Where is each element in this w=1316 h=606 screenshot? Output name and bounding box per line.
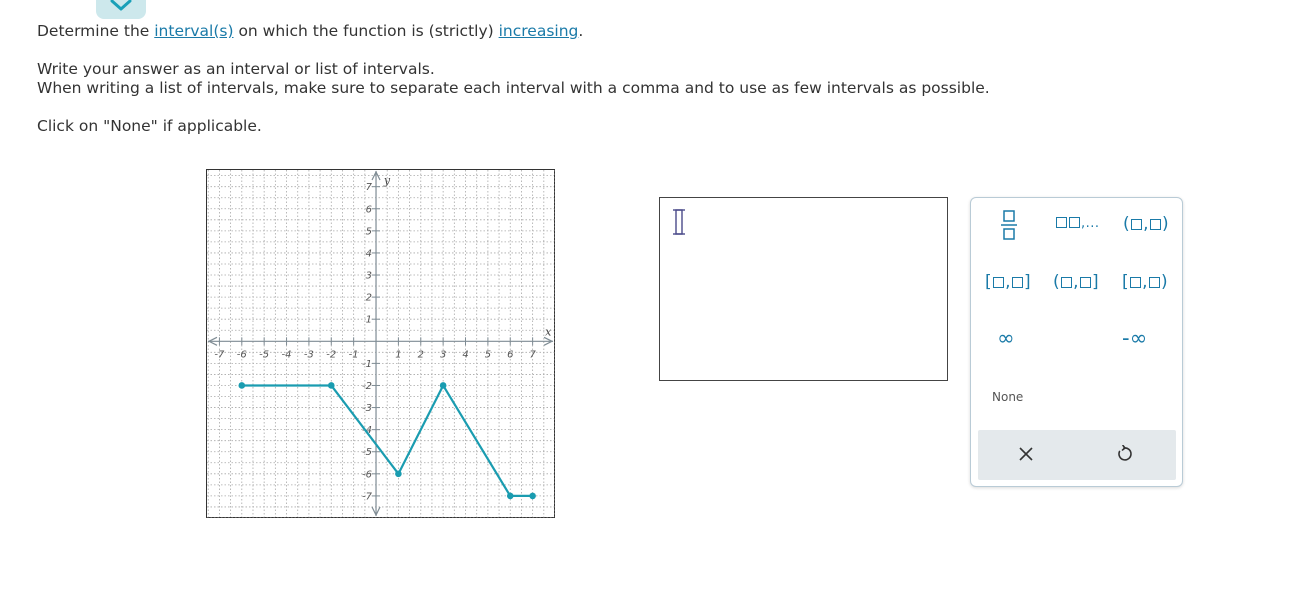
x-tick-label: 2 [418,349,424,360]
y-tick-label: -1 [362,359,372,370]
x-tick-label: -1 [349,349,359,360]
x-tick-label: -6 [237,349,247,360]
curve-point [529,492,536,500]
none-button[interactable]: None [992,390,1023,404]
infinity-button[interactable]: ∞ [997,326,1015,350]
collapse-tab[interactable] [96,0,146,19]
y-tick-label: 4 [366,248,372,259]
open-interval-button[interactable]: (,) [1123,214,1169,234]
x-tick-label: -4 [282,349,292,360]
y-tick-label: -5 [362,447,372,458]
instruction-list-line: When writing a list of intervals, make s… [37,79,990,97]
graph-frame [206,169,555,518]
y-tick-label: 7 [366,182,373,193]
curve-point [327,382,335,389]
y-tick-label: 6 [366,204,372,215]
fraction-button[interactable] [999,210,1019,244]
none-instruction: Click on "None" if applicable. [37,117,262,135]
clear-button[interactable] [1018,446,1034,466]
chevron-down-icon [110,0,132,11]
y-tick-label: -2 [362,381,372,392]
half-open-right-button[interactable]: [,) [1122,272,1168,292]
close-icon [1019,447,1033,461]
y-tick-label: 2 [366,293,372,304]
x-tick-label: 7 [529,349,536,360]
x-tick-label: -5 [259,349,269,360]
x-axis-label: x [545,325,552,338]
x-tick-label: -3 [304,349,314,360]
x-tick-label: -7 [214,349,225,360]
x-tick-label: 6 [507,349,513,360]
negative-infinity-button[interactable]: -∞ [1122,326,1147,350]
math-palette: ,... (,) [,] (,] [,) ∞ -∞ None [970,197,1183,487]
x-tick-label: 1 [395,349,401,360]
x-tick-label: 3 [440,349,446,360]
y-tick-label: -6 [362,469,372,480]
list-button[interactable]: ,... [1055,216,1100,231]
half-open-left-button[interactable]: (,] [1053,272,1099,292]
y-tick-label: -7 [362,491,373,502]
y-tick-label: 5 [366,226,372,237]
y-axis-label: y [383,174,391,187]
palette-action-bar [978,430,1176,480]
answer-input[interactable] [659,197,948,381]
interval-link[interactable]: interval(s) [154,22,233,40]
fraction-icon [1001,210,1017,240]
undo-icon [1118,444,1132,461]
y-tick-label: 1 [366,315,372,326]
curve-point [395,470,402,478]
curve-point [506,492,514,500]
y-tick-label: -3 [362,403,372,414]
increasing-link[interactable]: increasing [499,22,579,40]
closed-interval-button[interactable]: [,] [985,272,1031,292]
instruction-line: Write your answer as an interval or list… [37,60,435,78]
curve-point [439,382,447,389]
curve-point [238,382,246,389]
undo-button[interactable] [1115,444,1133,467]
x-tick-label: 5 [485,349,491,360]
y-tick-label: 3 [366,271,372,282]
question-prompt: Determine the interval(s) on which the f… [37,22,584,40]
x-tick-label: 4 [462,349,468,360]
function-graph: -7 -6 -5 -4 -3 -2 -1 1 2 3 4 5 6 77654321-1-2-3-4-5-6… [206,169,555,518]
x-tick-label: -2 [326,349,336,360]
text-cursor-icon [673,209,685,235]
